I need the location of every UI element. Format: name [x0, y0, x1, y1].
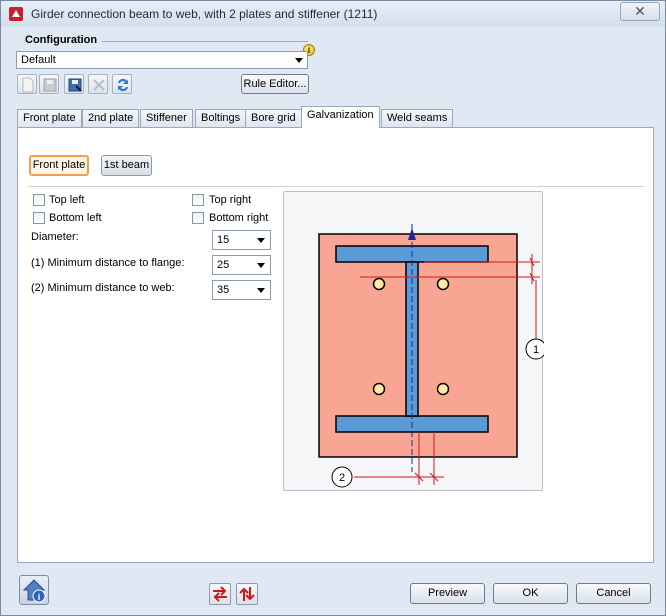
tab-weld-seams[interactable]: Weld seams: [381, 109, 454, 128]
help-button[interactable]: i: [19, 575, 49, 605]
ok-button[interactable]: OK: [493, 583, 568, 604]
chevron-down-icon: [257, 288, 265, 293]
chevron-down-icon: [295, 58, 303, 63]
preview-button[interactable]: Preview: [410, 583, 485, 604]
refresh-icon: [118, 78, 128, 92]
configuration-select[interactable]: Default: [16, 51, 308, 69]
web-shape: [405, 261, 419, 417]
top-left-checkbox[interactable]: [33, 194, 45, 206]
diameter-value: 15: [217, 234, 230, 246]
diameter-select[interactable]: 15: [212, 230, 271, 250]
tab-2nd-plate[interactable]: 2nd plate: [82, 109, 140, 128]
beam-section-drawing: 1 2: [318, 224, 547, 488]
subtab-front-plate[interactable]: Front plate: [29, 155, 89, 176]
new-config-button[interactable]: [17, 74, 37, 94]
hole-top-right: [436, 277, 450, 291]
galvanization-diagram: 1 2: [283, 191, 547, 491]
top-left-label: Top left: [49, 194, 85, 206]
bottom-right-label: Bottom right: [209, 212, 269, 224]
dialog-window: Girder connection beam to web, with 2 pl…: [0, 0, 666, 616]
bottom-left-label: Bottom left: [49, 212, 102, 224]
save-as-icon: [68, 78, 82, 92]
tab-galvanization[interactable]: Galvanization: [301, 106, 380, 128]
hole-bottom-left: [372, 382, 386, 396]
tab-stiffener[interactable]: Stiffener: [140, 109, 193, 128]
window-title: Girder connection beam to web, with 2 pl…: [31, 7, 378, 21]
title-bar: Girder connection beam to web, with 2 pl…: [1, 1, 665, 27]
subtab-1st-beam[interactable]: 1st beam: [101, 155, 152, 176]
min-flange-select[interactable]: 25: [212, 255, 271, 275]
dimension-1-marker: 1: [533, 344, 539, 356]
min-flange-label: (1) Minimum distance to flange:: [31, 257, 185, 269]
hole-bottom-right: [436, 382, 450, 396]
configuration-legend: Configuration: [25, 34, 100, 46]
swap-horizontal-button[interactable]: [209, 583, 231, 605]
rule-editor-button[interactable]: Rule Editor...: [241, 74, 309, 94]
swap-vertical-icon: [239, 587, 255, 601]
swap-vertical-button[interactable]: [236, 583, 258, 605]
bottom-left-checkbox[interactable]: [33, 212, 45, 224]
bottom-right-checkbox[interactable]: [192, 212, 204, 224]
diameter-label: Diameter:: [31, 231, 79, 243]
delete-config-button[interactable]: [88, 74, 108, 94]
tab-bore-grid[interactable]: Bore grid: [245, 109, 302, 128]
swap-horizontal-icon: [213, 586, 227, 602]
save-as-config-button[interactable]: [64, 74, 84, 94]
tab-front-plate[interactable]: Front plate: [17, 109, 82, 128]
hole-top-left: [372, 277, 386, 291]
min-flange-value: 25: [217, 259, 230, 271]
help-info-icon: i: [22, 579, 46, 603]
close-button[interactable]: ✕: [620, 2, 660, 21]
save-icon: [43, 78, 57, 92]
dimension-2-marker: 2: [339, 472, 345, 484]
configuration-divider: [102, 41, 308, 42]
min-web-label: (2) Minimum distance to web:: [31, 282, 175, 294]
refresh-config-button[interactable]: [112, 74, 132, 94]
chevron-down-icon: [257, 238, 265, 243]
configuration-selected-value: Default: [21, 54, 56, 66]
delete-icon: [93, 79, 105, 91]
min-web-select[interactable]: 35: [212, 280, 271, 300]
top-right-label: Top right: [209, 194, 252, 206]
app-logo-icon: [9, 7, 23, 21]
top-right-checkbox[interactable]: [192, 194, 204, 206]
chevron-down-icon: [257, 263, 265, 268]
min-web-value: 35: [217, 284, 230, 296]
cancel-button[interactable]: Cancel: [576, 583, 651, 604]
tab-boltings[interactable]: Boltings: [195, 109, 247, 128]
svg-text:i: i: [38, 592, 41, 602]
panel-separator: [29, 186, 644, 187]
new-document-icon: [22, 77, 34, 93]
save-config-button[interactable]: [39, 74, 59, 94]
